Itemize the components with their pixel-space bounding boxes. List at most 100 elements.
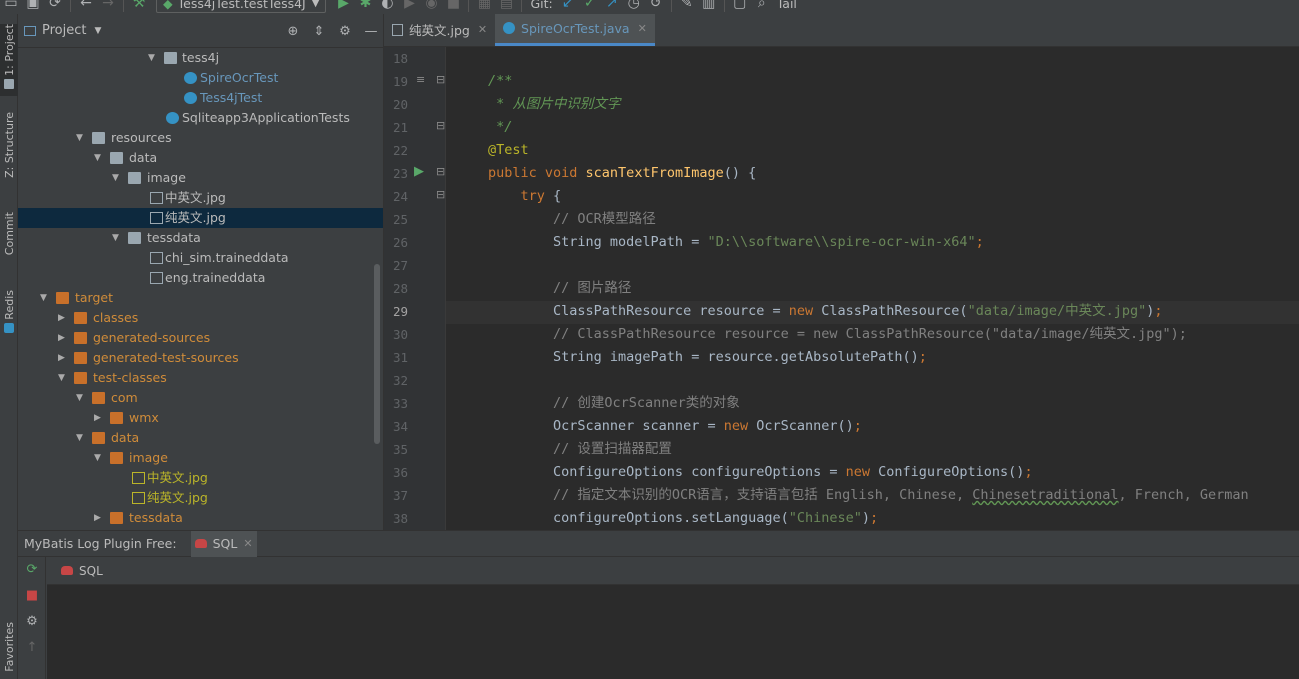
tree-row[interactable]: chi_sim.traineddata — [18, 248, 383, 268]
tree-row[interactable]: ▼ data — [18, 428, 383, 448]
tree-row[interactable]: SpireOcrTest — [18, 68, 383, 88]
chevron-down-icon[interactable]: ▼ — [94, 448, 104, 468]
debug-icon[interactable]: ✱ — [354, 0, 376, 14]
tree-row[interactable]: ▶ wmx — [18, 408, 383, 428]
gear-icon[interactable]: ⚙ — [336, 22, 354, 40]
tab-sql[interactable]: SQL ✕ — [190, 530, 257, 557]
run-test-icon[interactable]: ▶ — [414, 164, 424, 179]
tree-row[interactable]: 中英文.jpg — [18, 188, 383, 208]
tree-row[interactable]: Sqliteapp3ApplicationTests — [18, 108, 383, 128]
chevron-down-icon[interactable]: ▼ — [76, 428, 86, 448]
sql-sub-tab[interactable]: SQL — [47, 557, 1299, 585]
tab-image-file[interactable]: 纯英文.jpg ✕ — [384, 14, 495, 46]
fold-marker-icon[interactable]: ⊟ — [436, 119, 445, 132]
git-push-icon[interactable]: ↗ — [601, 0, 623, 14]
code-line: // 创建OcrScanner类的对象 — [553, 395, 740, 411]
tree-row[interactable]: ▶ generated-sources — [18, 328, 383, 348]
chevron-right-icon[interactable]: ▶ — [58, 348, 68, 368]
tool-tab-structure[interactable]: Z: Structure — [0, 112, 18, 194]
chevron-right-icon[interactable]: ▶ — [58, 328, 68, 348]
coverage-icon[interactable]: ◐ — [376, 0, 398, 14]
bottom-panel-tabs: MyBatis Log Plugin Free: SQL ✕ — [18, 530, 1299, 557]
git-update-icon[interactable]: ↙ — [557, 0, 579, 14]
tree-row-selected[interactable]: 纯英文.jpg — [18, 208, 383, 228]
chevron-down-icon[interactable]: ▼ — [94, 148, 104, 168]
chevron-down-icon[interactable]: ▼ — [94, 26, 101, 36]
fold-marker-icon[interactable]: ⊟ — [436, 73, 445, 86]
sdk-icon[interactable]: ▤ — [495, 0, 517, 14]
tree-row[interactable]: 纯英文.jpg — [18, 488, 383, 508]
back-arrow-icon[interactable]: ← — [75, 0, 97, 14]
fold-marker-icon[interactable]: ⊟ — [436, 165, 445, 178]
chevron-down-icon[interactable]: ▼ — [40, 288, 50, 308]
sql-log-icon — [194, 539, 207, 548]
profiler-icon[interactable]: ▶ — [398, 0, 420, 14]
doc-comment-icon[interactable]: ≡ — [416, 73, 425, 86]
java-class-icon — [503, 22, 516, 34]
code-area[interactable]: /** * 从图片中识别文字 */ @Test public void scan… — [446, 47, 1299, 530]
chevron-right-icon[interactable]: ▶ — [94, 508, 104, 528]
code-line: // 设置扫描器配置 — [553, 441, 672, 457]
stop-icon[interactable]: ■ — [18, 583, 46, 609]
tool-tab-redis[interactable]: Redis — [0, 290, 18, 344]
terminal-icon[interactable]: ▢ — [729, 0, 751, 14]
chevron-down-icon[interactable]: ▼ — [112, 168, 122, 188]
collapse-all-icon[interactable]: ⇕ — [310, 22, 328, 40]
chevron-right-icon[interactable]: ▶ — [58, 308, 68, 328]
minimize-icon[interactable]: — — [362, 22, 380, 40]
attach-icon[interactable]: ◉ — [420, 0, 442, 14]
forward-arrow-icon[interactable]: → — [97, 0, 119, 14]
close-icon[interactable]: ✕ — [478, 23, 487, 36]
run-icon[interactable]: ▶ — [332, 0, 354, 14]
tree-row[interactable]: ▼ target — [18, 288, 383, 308]
close-icon[interactable]: ✕ — [638, 22, 647, 35]
chevron-down-icon[interactable]: ▼ — [58, 368, 68, 388]
open-folder-icon[interactable]: ▭ — [0, 0, 22, 14]
chevron-down-icon[interactable]: ▼ — [112, 228, 122, 248]
history-icon[interactable]: ◷ — [623, 0, 645, 14]
locate-target-icon[interactable]: ⊕ — [284, 22, 302, 40]
tree-row[interactable]: ▼ data — [18, 148, 383, 168]
settings-wrench-icon[interactable]: ✎ — [676, 0, 698, 14]
git-commit-icon[interactable]: ✓ — [579, 0, 601, 14]
chevron-right-icon[interactable]: ▶ — [94, 408, 104, 428]
folder-icon — [110, 152, 123, 164]
tab-spire-ocr-test[interactable]: SpireOcrTest.java ✕ — [495, 14, 655, 46]
arrow-up-icon[interactable]: ↑ — [18, 635, 46, 661]
fold-marker-icon[interactable]: ⊟ — [436, 188, 445, 201]
project-scrollbar[interactable] — [374, 264, 380, 444]
stop-icon[interactable]: ■ — [442, 0, 464, 14]
tree-row[interactable]: ▶ generated-test-sources — [18, 348, 383, 368]
project-panel-title[interactable]: Project — [42, 23, 86, 38]
search-icon[interactable]: ⌕ — [751, 0, 773, 14]
tool-tab-project[interactable]: 1: Project — [0, 24, 18, 96]
save-all-icon[interactable]: ▣ — [22, 0, 44, 14]
tree-row[interactable]: Tess4jTest — [18, 88, 383, 108]
chevron-down-icon[interactable]: ▼ — [148, 48, 158, 68]
tree-row[interactable]: ▼ tessdata — [18, 228, 383, 248]
tree-row[interactable]: ▼ image — [18, 448, 383, 468]
tool-tab-commit[interactable]: Commit — [0, 212, 18, 272]
tree-row[interactable]: ▶ tessdata — [18, 508, 383, 528]
chevron-down-icon[interactable]: ▼ — [76, 128, 86, 148]
tool-tab-favorites[interactable]: Favorites — [0, 622, 18, 679]
tree-row[interactable]: ▼ image — [18, 168, 383, 188]
sync-icon[interactable]: ⟳ — [44, 0, 66, 14]
tree-row[interactable]: ▼ tess4j — [18, 48, 383, 68]
rollback-icon[interactable]: ↺ — [645, 0, 667, 14]
project-structure-icon[interactable]: ▦ — [473, 0, 495, 14]
close-icon[interactable]: ✕ — [243, 537, 252, 550]
tree-row[interactable]: ▼ test-classes — [18, 368, 383, 388]
run-configuration-dropdown[interactable]: ◆ Tess4jTest.testTess4J ▼ — [156, 0, 327, 13]
tree-row[interactable]: ▼ com — [18, 388, 383, 408]
tail-label[interactable]: Tail — [777, 0, 797, 11]
structure-icon[interactable]: ▥ — [698, 0, 720, 14]
tree-row[interactable]: 中英文.jpg — [18, 468, 383, 488]
rerun-icon[interactable]: ⟳ — [18, 557, 46, 583]
chevron-down-icon[interactable]: ▼ — [76, 388, 86, 408]
build-hammer-icon[interactable]: ⚒ — [128, 0, 150, 14]
tree-row[interactable]: ▼ resources — [18, 128, 383, 148]
tree-row[interactable]: eng.traineddata — [18, 268, 383, 288]
gear-icon[interactable]: ⚙ — [18, 609, 46, 635]
tree-row[interactable]: ▶ classes — [18, 308, 383, 328]
